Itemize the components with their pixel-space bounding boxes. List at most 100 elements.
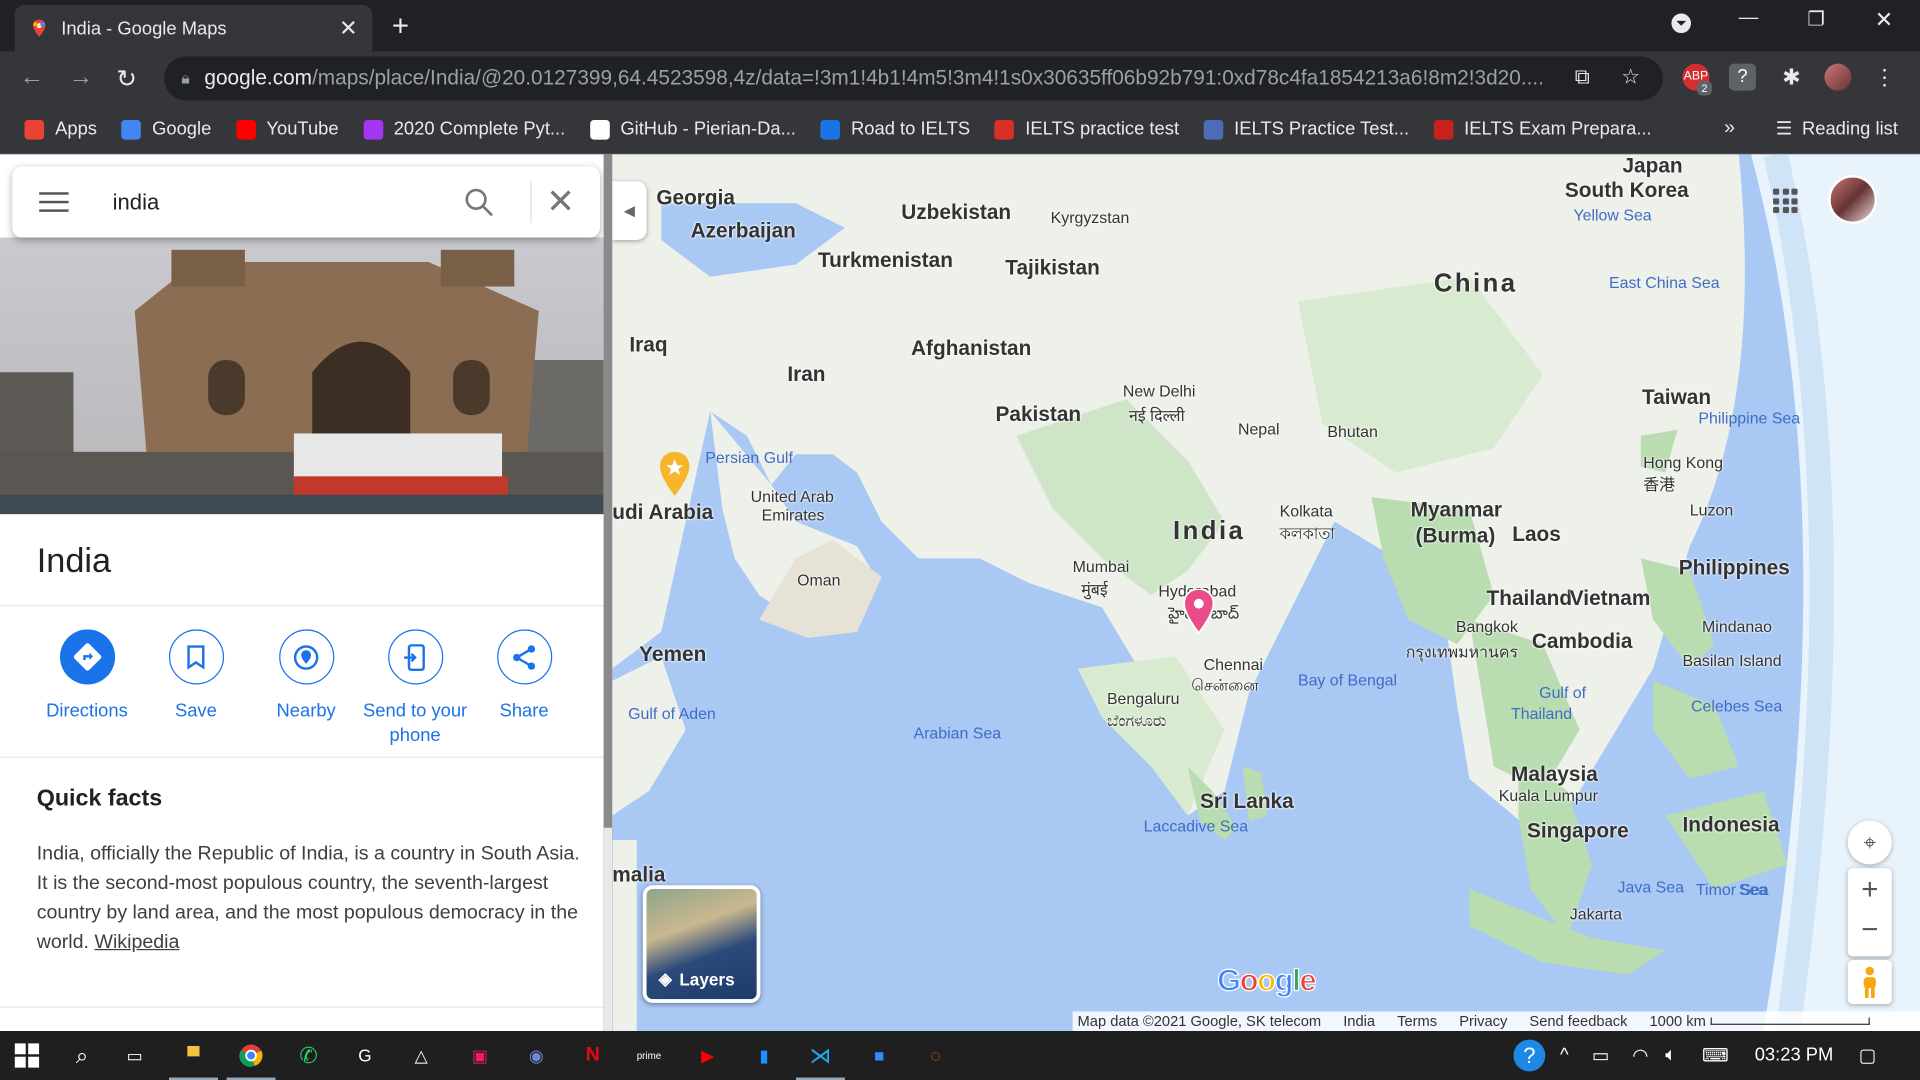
chevron-up-icon[interactable]: ^ [1560,1044,1569,1065]
close-window-icon[interactable]: ✕ [1875,7,1893,33]
vscode-icon[interactable]: ⋊ [795,1041,845,1080]
collapse-panel-button[interactable]: ◀ [612,181,647,241]
place-photo[interactable] [0,237,604,515]
prime-video-icon[interactable]: prime [634,1041,663,1070]
map-label[interactable]: Kyrgyzstan [1051,208,1130,226]
map-label[interactable]: Yellow Sea [1573,206,1651,224]
attribution-link[interactable]: Privacy [1459,1013,1507,1030]
nearby-button[interactable]: Nearby [245,629,367,723]
keyboard-icon[interactable]: ⌨ [1702,1044,1729,1067]
search-taskbar-icon[interactable]: ⌕ [67,1041,96,1070]
help-tray-icon[interactable]: ? [1513,1039,1546,1072]
extensions-puzzle-icon[interactable]: ✱ [1778,64,1805,91]
chrome-taskbar-icon[interactable] [226,1041,276,1080]
map-label[interactable]: কলকাতা [1280,523,1335,549]
send-to-your-phone-button[interactable]: Send to your phone [354,629,476,748]
map-label[interactable]: South Korea [1565,179,1689,203]
map-label[interactable]: China [1434,269,1518,298]
map-label[interactable]: मुंबई [1081,578,1107,600]
discord-icon[interactable]: ◉ [522,1041,551,1070]
map-label[interactable]: Bay of Bengal [1298,671,1397,689]
minimize-icon[interactable]: — [1739,7,1759,29]
tab-active[interactable]: India - Google Maps ✕ [14,4,373,52]
bookmark-item[interactable]: Google [121,119,211,140]
zoom-app-icon[interactable]: ■ [864,1041,893,1070]
layers-button[interactable]: ◈ Layers [642,885,761,1003]
map-label[interactable]: (Burma) [1416,524,1496,548]
bookmark-item[interactable]: Road to IELTS [820,119,970,140]
task-view-icon[interactable]: ▭ [120,1041,149,1070]
forward-icon[interactable]: → [69,64,93,92]
menu-kebab-icon[interactable]: ⋮ [1871,64,1898,91]
map-label[interactable]: Luzon [1690,501,1733,519]
map-label[interactable]: Sea [1739,880,1767,898]
search-input[interactable] [112,189,432,215]
map-label[interactable]: Thailand [1487,587,1573,611]
volume-icon[interactable]: 🔈︎ [1665,1044,1676,1065]
map-label[interactable]: United Arab [751,487,834,505]
youtube-taskbar-icon[interactable]: ▶ [693,1041,722,1070]
panel-scrollbar[interactable] [603,154,613,1032]
map-label[interactable]: Pakistan [996,403,1082,427]
map-label[interactable]: Kolkata [1280,502,1333,520]
map-label[interactable]: Persian Gulf [705,448,793,466]
map-label[interactable]: Singapore [1527,819,1629,843]
map-canvas[interactable]: Georgia Azerbaijan Uzbekistan Kyrgyzstan Tur… [612,154,1920,1032]
map-label[interactable]: Philippine Sea [1698,409,1800,427]
map-label[interactable]: Bhutan [1327,422,1377,440]
clear-search-icon[interactable]: ✕ [546,181,575,221]
menu-icon[interactable] [39,192,69,212]
map-label[interactable]: Sri Lanka [1200,790,1294,814]
attribution-link[interactable]: Terms [1397,1013,1437,1030]
map-label[interactable]: Iran [787,362,825,386]
map-label[interactable]: Java Sea [1618,878,1684,896]
reading-list-button[interactable]: ☰ Reading list [1776,118,1898,139]
map-label[interactable]: Mindanao [1702,617,1772,635]
map-label[interactable]: Celebes Sea [1691,697,1782,715]
windows-start-icon[interactable] [12,1041,41,1070]
attribution-link[interactable]: Send feedback [1529,1013,1627,1030]
help-extension-icon[interactable]: ? [1728,63,1756,91]
search-icon[interactable] [463,186,495,218]
save-button[interactable]: Save [135,629,257,723]
bookmark-item[interactable]: YouTube [235,119,339,140]
map-label[interactable]: Myanmar [1411,498,1502,522]
clock[interactable]: 03:23 PM [1755,1044,1834,1065]
map-label[interactable]: Uzbekistan [901,201,1011,225]
zoom-out-icon[interactable]: − [1861,912,1878,956]
bookmark-star-icon[interactable]: ☆ [1621,65,1640,89]
map-label[interactable]: Indonesia [1682,813,1779,837]
account-avatar[interactable] [1828,175,1878,225]
reload-icon[interactable]: ↻ [116,64,137,95]
netflix-icon[interactable]: N [578,1041,607,1070]
favorite-star-pin-icon[interactable] [659,451,691,496]
map-label[interactable]: Arabian Sea [913,724,1001,742]
map-label[interactable]: Afghanistan [911,337,1031,361]
map-label[interactable]: Bangkok [1456,617,1518,635]
map-label[interactable]: Laccadive Sea [1144,817,1248,835]
map-label[interactable]: Tajikistan [1005,256,1099,280]
map-label[interactable]: Thailand [1511,704,1572,722]
map-label[interactable]: East China Sea [1609,273,1720,291]
app-icon[interactable]: ▣ [465,1041,494,1070]
map-label[interactable]: Japan [1622,154,1682,178]
attribution-link[interactable]: India [1343,1013,1375,1030]
map-label[interactable]: Gulf of Aden [628,704,716,722]
map-label[interactable]: Vietnam [1570,587,1651,611]
share-button[interactable]: Share [463,629,585,723]
app-icon[interactable]: G [350,1041,379,1070]
my-location-button[interactable]: ⌖ [1847,820,1892,865]
bookmarks-overflow-icon[interactable]: » [1724,118,1735,140]
map-label[interactable]: ಬೆಂಗಳೂರು [1107,711,1166,731]
wikipedia-link[interactable]: Wikipedia [94,932,179,953]
directions-button[interactable]: Directions [26,629,148,723]
map-label[interactable]: Jakarta [1570,905,1622,923]
map-label[interactable]: India [1173,517,1245,546]
map-label[interactable]: malia [612,863,665,887]
tab-close-icon[interactable]: ✕ [339,15,357,41]
pegman-icon[interactable] [1847,960,1892,1005]
map-label[interactable]: சென்னை [1191,676,1258,697]
map-label[interactable]: Taiwan [1642,386,1711,410]
bookmark-item[interactable]: IELTS Exam Prepara... [1433,119,1652,140]
map-label[interactable]: Cambodia [1532,629,1633,653]
